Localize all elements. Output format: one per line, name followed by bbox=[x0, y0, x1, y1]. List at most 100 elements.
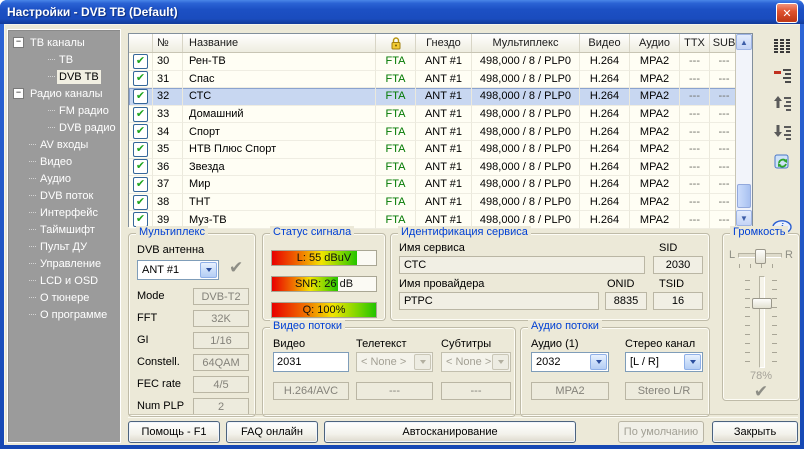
cell-audio: MPA2 bbox=[630, 194, 680, 212]
volume-slider-track[interactable] bbox=[759, 276, 765, 368]
dialog-body: −ТВ каналыТВDVB ТВ−Радио каналыFM радиоD… bbox=[4, 24, 800, 445]
table-row[interactable]: ✔34СпортFTAANT #1498,000 / 8 / PLP0H.264… bbox=[129, 123, 752, 141]
antenna-combobox[interactable]: ANT #1 bbox=[137, 260, 219, 280]
sidebar-item-interface[interactable]: Интерфейс bbox=[8, 204, 120, 221]
channel-checkbox[interactable]: ✔ bbox=[133, 142, 148, 157]
header-audio[interactable]: Аудио bbox=[630, 34, 680, 52]
cell-slot: ANT #1 bbox=[416, 53, 472, 71]
sidebar-item-dvb-radio[interactable]: DVB радио bbox=[8, 119, 120, 136]
close-dialog-button[interactable]: Закрыть bbox=[712, 421, 798, 443]
help-button[interactable]: Помощь - F1 bbox=[128, 421, 220, 443]
cell-fta: FTA bbox=[376, 176, 416, 194]
sidebar-item-tv-channels[interactable]: −ТВ каналы bbox=[8, 34, 120, 51]
cell-check[interactable]: ✔ bbox=[129, 141, 153, 159]
collapse-icon[interactable]: − bbox=[13, 88, 24, 99]
channel-list-icon[interactable] bbox=[770, 34, 794, 58]
channel-checkbox[interactable]: ✔ bbox=[133, 54, 148, 69]
chevron-down-icon[interactable] bbox=[200, 262, 217, 278]
sidebar-item-about-app[interactable]: О программе bbox=[8, 306, 120, 323]
sidebar-item-dvb-stream[interactable]: DVB поток bbox=[8, 187, 120, 204]
header-lock[interactable] bbox=[376, 34, 416, 52]
balance-ticks bbox=[739, 264, 783, 268]
sidebar-item-radio-channels[interactable]: −Радио каналы bbox=[8, 85, 120, 102]
table-row[interactable]: ✔36ЗвездаFTAANT #1498,000 / 8 / PLP0H.26… bbox=[129, 159, 752, 177]
channel-checkbox[interactable]: ✔ bbox=[133, 212, 148, 227]
sidebar-item-label: Управление bbox=[38, 257, 103, 271]
chevron-down-icon bbox=[492, 354, 509, 370]
move-down-icon[interactable] bbox=[770, 121, 794, 145]
chevron-down-icon[interactable] bbox=[684, 354, 701, 370]
cell-check[interactable]: ✔ bbox=[129, 123, 153, 141]
sidebar-item-av-inputs[interactable]: AV входы bbox=[8, 136, 120, 153]
header-sub[interactable]: SUB bbox=[710, 34, 738, 52]
channel-checkbox[interactable]: ✔ bbox=[133, 107, 148, 122]
sidebar-item-video[interactable]: Видео bbox=[8, 153, 120, 170]
cell-check[interactable]: ✔ bbox=[129, 194, 153, 212]
table-row[interactable]: ✔35НТВ Плюс СпортFTAANT #1498,000 / 8 / … bbox=[129, 141, 752, 159]
move-up-icon[interactable] bbox=[770, 92, 794, 116]
cell-num: 37 bbox=[153, 176, 183, 194]
rescan-icon[interactable] bbox=[770, 150, 794, 174]
table-row[interactable]: ✔33ДомашнийFTAANT #1498,000 / 8 / PLP0H.… bbox=[129, 106, 752, 124]
table-row[interactable]: ✔32СТСFTAANT #1498,000 / 8 / PLP0H.264MP… bbox=[129, 88, 752, 106]
balance-thumb[interactable] bbox=[755, 249, 766, 264]
antenna-apply-check-icon[interactable]: ✔ bbox=[229, 258, 243, 278]
sidebar-item-audio[interactable]: Аудио bbox=[8, 170, 120, 187]
cell-check[interactable]: ✔ bbox=[129, 88, 153, 106]
header-ttx[interactable]: TTX bbox=[680, 34, 710, 52]
audio-codec-field: MPA2 bbox=[531, 382, 609, 400]
video-pid-input[interactable] bbox=[273, 352, 349, 372]
channel-checkbox[interactable]: ✔ bbox=[133, 89, 148, 104]
sidebar-item-fm-radio[interactable]: FM радио bbox=[8, 102, 120, 119]
audio-pid-combobox[interactable]: 2032 bbox=[531, 352, 609, 372]
cell-num: 31 bbox=[153, 71, 183, 89]
faq-button[interactable]: FAQ онлайн bbox=[226, 421, 318, 443]
sidebar-item-label: Пульт ДУ bbox=[38, 240, 89, 254]
cell-check[interactable]: ✔ bbox=[129, 176, 153, 194]
scroll-thumb[interactable] bbox=[737, 184, 751, 208]
channel-checkbox[interactable]: ✔ bbox=[133, 195, 148, 210]
collapse-icon[interactable]: − bbox=[13, 37, 24, 48]
header-video[interactable]: Видео bbox=[580, 34, 630, 52]
table-row[interactable]: ✔38ТНТFTAANT #1498,000 / 8 / PLP0H.264MP… bbox=[129, 194, 752, 212]
cell-check[interactable]: ✔ bbox=[129, 106, 153, 124]
volume-slider-thumb[interactable] bbox=[752, 298, 772, 309]
channel-checkbox[interactable]: ✔ bbox=[133, 159, 148, 174]
sidebar-item-control[interactable]: Управление bbox=[8, 255, 120, 272]
scroll-up-button[interactable]: ▲ bbox=[736, 34, 752, 50]
channel-checkbox[interactable]: ✔ bbox=[133, 124, 148, 139]
channel-checkbox[interactable]: ✔ bbox=[133, 177, 148, 192]
balance-track[interactable] bbox=[738, 253, 782, 258]
header-mux[interactable]: Мультиплекс bbox=[472, 34, 580, 52]
cell-audio: MPA2 bbox=[630, 53, 680, 71]
stereo-combobox[interactable]: [L / R] bbox=[625, 352, 703, 372]
cell-check[interactable]: ✔ bbox=[129, 71, 153, 89]
autoscan-button[interactable]: Автосканирование bbox=[324, 421, 576, 443]
settings-window: Настройки - DVB ТВ (Default) ✕ −ТВ канал… bbox=[0, 0, 804, 449]
scroll-down-button[interactable]: ▼ bbox=[736, 210, 752, 226]
cell-check[interactable]: ✔ bbox=[129, 159, 153, 177]
sidebar-item-about-tuner[interactable]: О тюнере bbox=[8, 289, 120, 306]
chevron-down-icon[interactable] bbox=[590, 354, 607, 370]
vertical-scrollbar[interactable]: ▲ ▼ bbox=[735, 34, 752, 226]
table-row[interactable]: ✔37МирFTAANT #1498,000 / 8 / PLP0H.264MP… bbox=[129, 176, 752, 194]
sidebar-item-tv[interactable]: ТВ bbox=[8, 51, 120, 68]
cell-check[interactable]: ✔ bbox=[129, 53, 153, 71]
cell-audio: MPA2 bbox=[630, 176, 680, 194]
header-num[interactable]: № bbox=[153, 34, 183, 52]
volume-apply-check-icon[interactable]: ✔ bbox=[723, 382, 799, 402]
header-check[interactable] bbox=[129, 34, 153, 52]
audio-pid-label: Аудио (1) bbox=[531, 338, 579, 350]
sidebar-item-remote-control[interactable]: Пульт ДУ bbox=[8, 238, 120, 255]
cell-video: H.264 bbox=[580, 88, 630, 106]
table-row[interactable]: ✔30Рен-ТВFTAANT #1498,000 / 8 / PLP0H.26… bbox=[129, 53, 752, 71]
sidebar-item-dvb-tv[interactable]: DVB ТВ bbox=[8, 68, 120, 85]
header-name[interactable]: Название bbox=[183, 34, 376, 52]
sidebar-item-timeshift[interactable]: Таймшифт bbox=[8, 221, 120, 238]
header-slot[interactable]: Гнездо bbox=[416, 34, 472, 52]
table-row[interactable]: ✔31СпасFTAANT #1498,000 / 8 / PLP0H.264M… bbox=[129, 71, 752, 89]
channel-checkbox[interactable]: ✔ bbox=[133, 71, 148, 86]
renumber-list-icon[interactable] bbox=[770, 63, 794, 87]
close-button[interactable]: ✕ bbox=[776, 3, 798, 23]
sidebar-item-lcd-osd[interactable]: LCD и OSD bbox=[8, 272, 120, 289]
